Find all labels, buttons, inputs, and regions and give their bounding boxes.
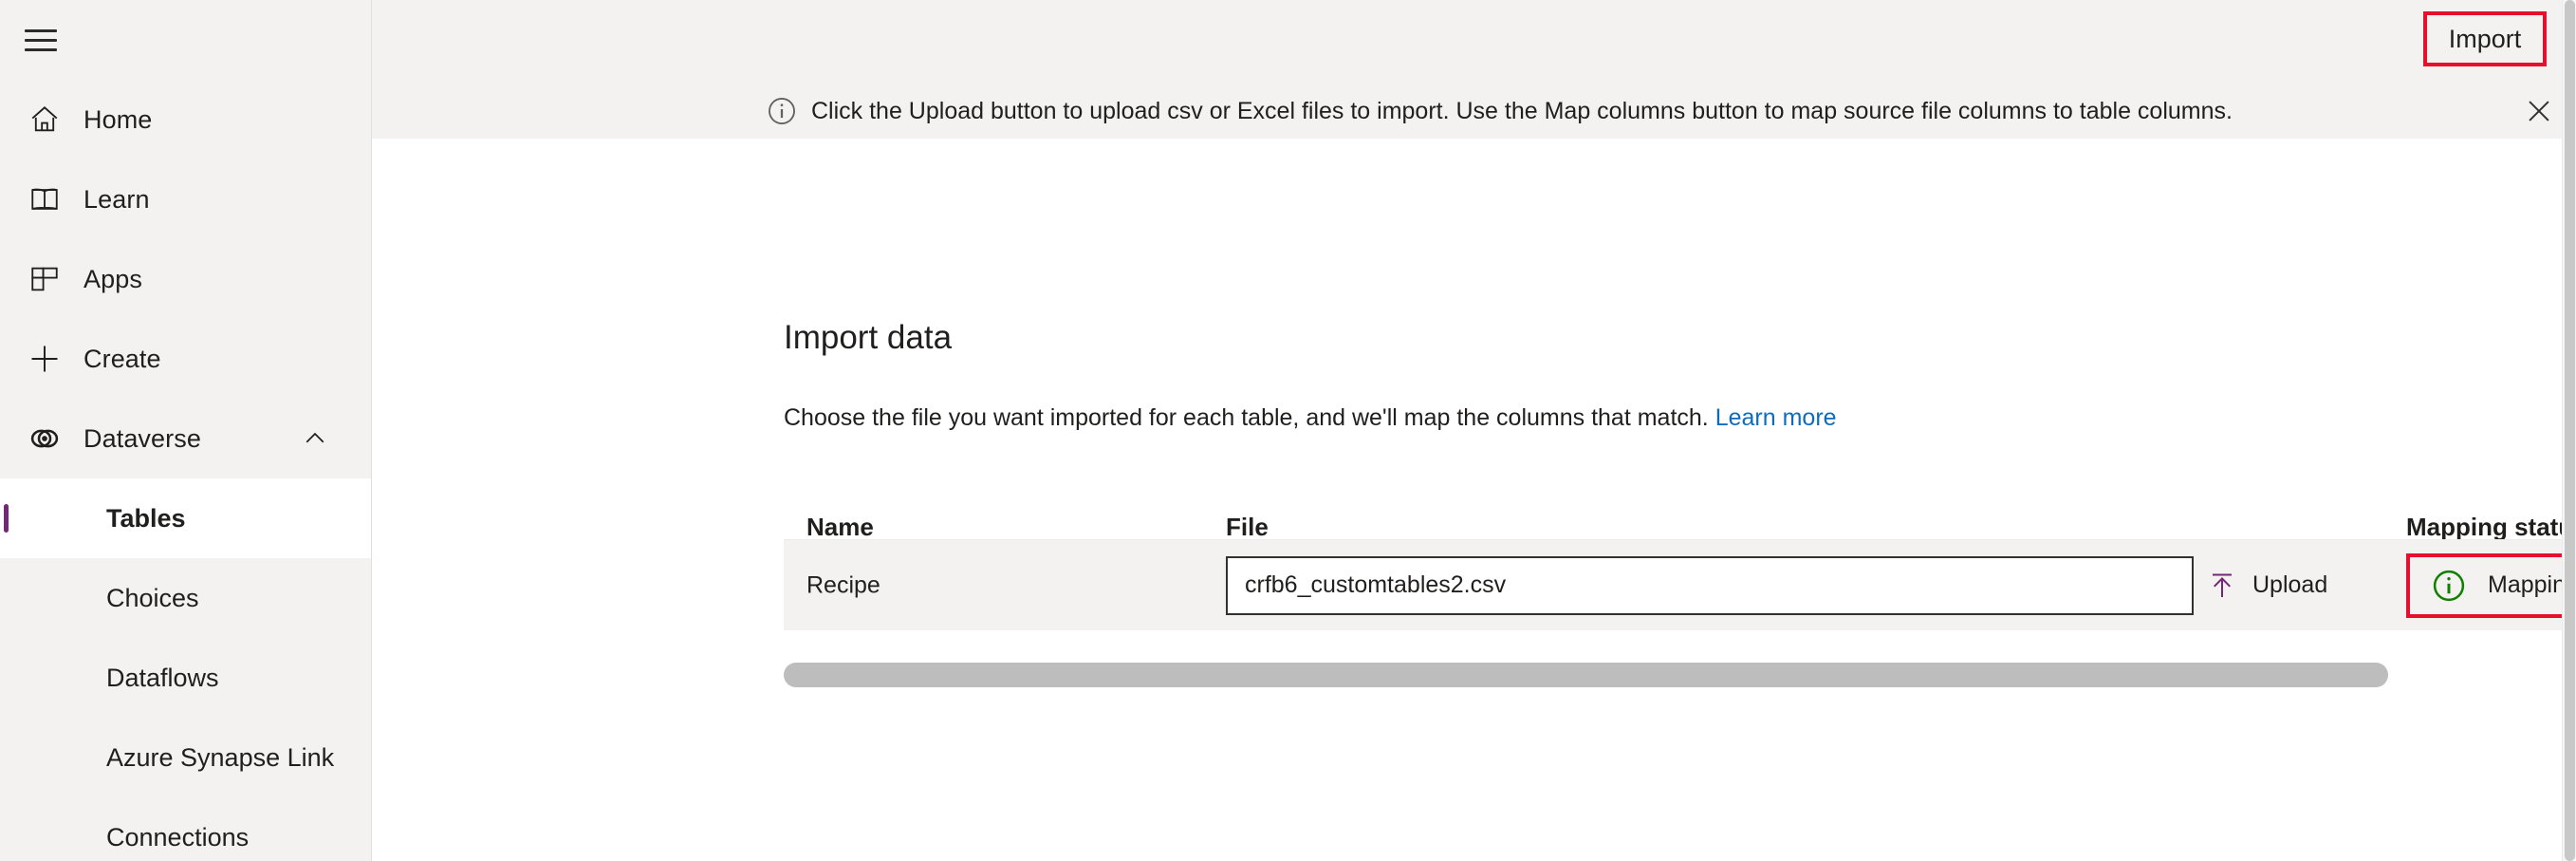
sidebar: Home Learn xyxy=(0,0,372,861)
sidebar-item-label: Apps xyxy=(83,265,142,294)
sidebar-item-tables[interactable]: Tables xyxy=(0,478,371,558)
hamburger-line xyxy=(25,39,57,42)
column-header-file: File xyxy=(1226,513,1269,542)
sidebar-subitem-label: Tables xyxy=(106,504,186,533)
sidebar-item-label: Create xyxy=(83,345,161,374)
sidebar-subitem-label: Connections xyxy=(106,823,249,852)
sidebar-subitem-label: Dataflows xyxy=(106,664,219,693)
page-description: Choose the file you want imported for ea… xyxy=(784,404,1837,432)
sidebar-item-apps[interactable]: Apps xyxy=(0,239,371,319)
import-button[interactable]: Import xyxy=(2423,11,2547,66)
sidebar-item-learn[interactable]: Learn xyxy=(0,159,371,239)
app-window: Home Learn xyxy=(0,0,2576,861)
sidebar-item-azure-synapse-link[interactable]: Azure Synapse Link xyxy=(0,718,371,797)
info-circle-icon xyxy=(766,95,798,127)
table-header-row: Name File Mapping status xyxy=(784,513,2576,539)
sidebar-subitem-label: Choices xyxy=(106,584,199,613)
sidebar-nav: Home Learn xyxy=(0,80,371,861)
dataverse-icon xyxy=(23,417,66,460)
book-icon xyxy=(23,178,66,221)
status-badge[interactable]: Mapping was successful xyxy=(2406,553,2576,618)
upload-button[interactable]: Upload xyxy=(2207,571,2327,601)
command-bar: Import xyxy=(372,0,2576,84)
vertical-scrollbar[interactable] xyxy=(2562,0,2576,861)
sidebar-item-connections[interactable]: Connections xyxy=(0,797,371,861)
hamburger-line xyxy=(25,29,57,32)
horizontal-scrollbar-thumb[interactable] xyxy=(784,663,2388,687)
sidebar-item-dataverse[interactable]: Dataverse xyxy=(0,399,371,478)
home-icon xyxy=(23,98,66,141)
column-header-mapping-status: Mapping status xyxy=(2406,513,2576,542)
sidebar-item-label: Home xyxy=(83,105,152,135)
table-row: Recipe Upload xyxy=(784,539,2576,630)
sidebar-item-choices[interactable]: Choices xyxy=(0,558,371,638)
chevron-up-icon[interactable] xyxy=(301,424,329,453)
selection-indicator xyxy=(4,504,9,533)
file-name-input[interactable] xyxy=(1226,556,2194,615)
sidebar-item-label: Dataverse xyxy=(83,424,201,454)
sidebar-item-home[interactable]: Home xyxy=(0,80,371,159)
learn-more-link[interactable]: Learn more xyxy=(1715,404,1837,431)
sidebar-subitem-label: Azure Synapse Link xyxy=(106,743,334,773)
page-description-text: Choose the file you want imported for ea… xyxy=(784,404,1709,431)
close-icon[interactable] xyxy=(2523,95,2555,127)
column-header-name: Name xyxy=(806,513,874,542)
info-message: Click the Upload button to upload csv or… xyxy=(811,98,2233,125)
vertical-scrollbar-thumb[interactable] xyxy=(2565,0,2575,861)
plus-icon xyxy=(23,337,66,381)
horizontal-scrollbar[interactable] xyxy=(784,659,2576,691)
sidebar-item-dataflows[interactable]: Dataflows xyxy=(0,638,371,718)
hamburger-line xyxy=(25,48,57,51)
sidebar-item-create[interactable]: Create xyxy=(0,319,371,399)
info-notification-bar: Click the Upload button to upload csv or… xyxy=(372,84,2576,139)
main-region: Import Click the Upload button to upload… xyxy=(372,0,2576,861)
import-data-panel: Import data Choose the file you want imp… xyxy=(372,139,2576,861)
table-cell-name: Recipe xyxy=(806,571,880,599)
apps-grid-icon xyxy=(23,257,66,301)
hamburger-menu-icon[interactable] xyxy=(25,27,57,53)
sidebar-item-label: Learn xyxy=(83,185,150,215)
page-title: Import data xyxy=(784,319,952,357)
upload-button-label: Upload xyxy=(2252,571,2327,599)
info-circle-icon xyxy=(2431,568,2467,604)
upload-arrow-icon xyxy=(2207,571,2237,601)
import-table: Name File Mapping status Recipe xyxy=(784,513,2576,630)
